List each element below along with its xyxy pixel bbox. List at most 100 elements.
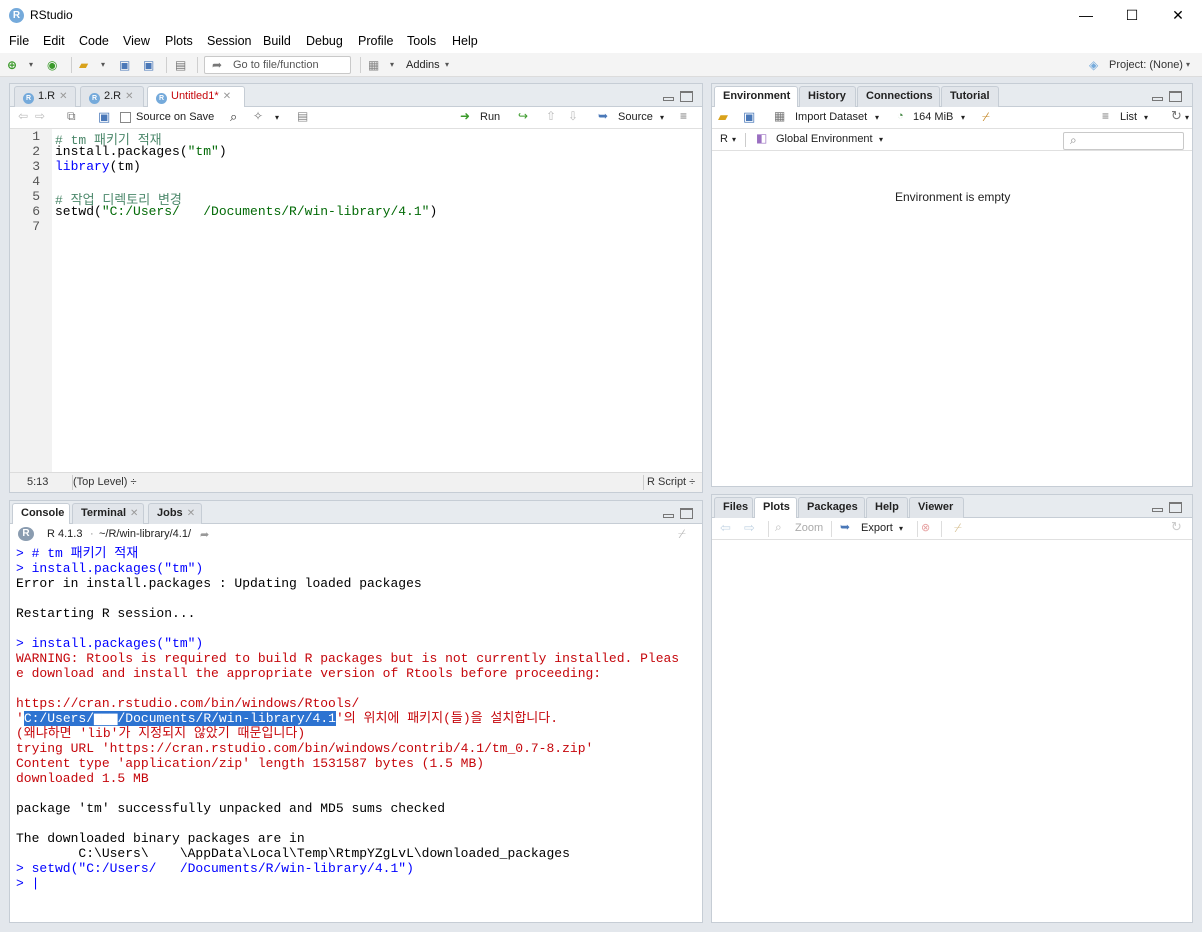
pane-minmax[interactable] [1152, 91, 1182, 102]
remove-plot-icon[interactable]: ⊗ [921, 521, 930, 534]
back-arrow-icon[interactable]: ⇦ [18, 109, 28, 123]
project-menu[interactable]: Project: (None) [1109, 57, 1183, 73]
grid-layout-icon[interactable]: ▦ [368, 57, 379, 73]
list-view-selector[interactable]: List [1120, 111, 1137, 123]
outline-icon[interactable]: ≡ [680, 109, 687, 123]
chevron-down-icon[interactable]: ▾ [899, 524, 903, 533]
tab-2-r[interactable]: R 2.R ✕ [80, 86, 144, 107]
import-dataset-button[interactable]: Import Dataset [795, 111, 867, 123]
menu-debug[interactable]: Debug [306, 34, 343, 48]
save-all-icon[interactable]: ▣ [143, 57, 154, 73]
save-icon[interactable]: ▣ [119, 57, 130, 73]
go-to-directory-icon[interactable]: ➦ [200, 528, 209, 541]
source-on-save-checkbox[interactable] [120, 112, 131, 123]
tab-history[interactable]: History [799, 86, 856, 107]
refresh-icon[interactable]: ↻ [1171, 108, 1182, 124]
tab-files[interactable]: Files [714, 497, 753, 518]
rerun-icon[interactable]: ↪ [518, 109, 528, 123]
close-icon[interactable]: ✕ [59, 91, 67, 102]
up-arrow-icon[interactable]: ⇧ [546, 109, 556, 123]
compile-report-icon[interactable]: ▤ [297, 109, 308, 123]
broom-icon[interactable]: ⌿ [982, 109, 990, 125]
new-project-icon[interactable]: ◉ [47, 57, 57, 73]
broom-icon[interactable]: ⌿ [678, 526, 686, 542]
export-button[interactable]: Export [861, 522, 893, 534]
refresh-icon[interactable]: ↻ [1171, 519, 1182, 535]
chevron-down-icon[interactable]: ▾ [1144, 113, 1148, 122]
tab-viewer[interactable]: Viewer [909, 497, 964, 518]
tab-help[interactable]: Help [866, 497, 908, 518]
tab-packages[interactable]: Packages [798, 497, 865, 518]
menu-profile[interactable]: Profile [358, 34, 393, 48]
save-icon[interactable]: ▣ [98, 109, 110, 125]
pane-minmax[interactable] [663, 508, 693, 519]
close-icon[interactable]: ✕ [223, 91, 231, 102]
chevron-down-icon[interactable]: ▾ [732, 135, 736, 144]
close-icon[interactable]: ✕ [130, 508, 138, 519]
language-selector[interactable]: R [720, 133, 728, 145]
broom-icon[interactable]: ⌿ [954, 520, 962, 536]
environment-scope-selector[interactable]: Global Environment [776, 133, 873, 145]
close-button[interactable]: ✕ [1155, 0, 1201, 31]
menu-build[interactable]: Build [263, 34, 291, 48]
close-icon[interactable]: ✕ [187, 508, 195, 519]
tab-untitled1[interactable]: R Untitled1* ✕ [147, 86, 245, 108]
run-button[interactable]: Run [480, 111, 500, 123]
addins-button[interactable]: Addins [406, 57, 440, 73]
chevron-down-icon[interactable]: ▾ [660, 113, 664, 122]
tab-environment[interactable]: Environment [714, 86, 798, 108]
zoom-button[interactable]: Zoom [795, 522, 823, 534]
env-search-input[interactable]: ⌕ [1063, 132, 1184, 150]
show-in-window-icon[interactable]: ⧉ [67, 109, 76, 124]
tab-connections[interactable]: Connections [857, 86, 940, 107]
close-icon[interactable]: ✕ [125, 91, 133, 102]
menu-edit[interactable]: Edit [43, 34, 65, 48]
menu-code[interactable]: Code [79, 34, 109, 48]
working-directory[interactable]: ~/R/win-library/4.1/ [99, 528, 191, 540]
chevron-down-icon[interactable]: ▾ [879, 135, 883, 144]
tab-1-r[interactable]: R 1.R ✕ [14, 86, 76, 107]
source-button[interactable]: Source [618, 111, 653, 123]
chevron-down-icon[interactable]: ▾ [961, 113, 965, 122]
pane-minmax[interactable] [1152, 502, 1182, 513]
goto-file-input[interactable]: ➦ Go to file/function [204, 56, 351, 74]
chevron-down-icon[interactable]: ▾ [275, 113, 279, 122]
chevron-down-icon[interactable]: ▾ [390, 57, 394, 73]
chevron-down-icon[interactable]: ▾ [101, 57, 105, 73]
new-file-icon[interactable]: ⊕ [7, 57, 17, 73]
open-folder-icon[interactable]: ▰ [79, 57, 88, 73]
tab-terminal[interactable]: Terminal ✕ [72, 503, 144, 524]
chevron-down-icon[interactable]: ▾ [1186, 57, 1190, 73]
back-arrow-icon[interactable]: ⇦ [720, 520, 731, 536]
forward-arrow-icon[interactable]: ⇨ [744, 520, 755, 536]
memory-usage[interactable]: 164 MiB [913, 111, 953, 123]
save-icon[interactable]: ▣ [743, 109, 755, 125]
tab-jobs[interactable]: Jobs ✕ [148, 503, 202, 524]
down-arrow-icon[interactable]: ⇩ [568, 109, 578, 123]
maximize-button[interactable]: ☐ [1109, 0, 1155, 31]
menu-plots[interactable]: Plots [165, 34, 193, 48]
chevron-down-icon[interactable]: ▾ [445, 57, 449, 73]
code-editor[interactable]: 1 2 3 4 5 6 7 # tm 패키기 적재 install.packag… [10, 129, 702, 472]
menu-file[interactable]: File [9, 34, 29, 48]
open-folder-icon[interactable]: ▰ [718, 109, 728, 125]
menu-tools[interactable]: Tools [407, 34, 436, 48]
menu-help[interactable]: Help [452, 34, 478, 48]
magic-wand-icon[interactable]: ✧ [253, 109, 263, 123]
menu-view[interactable]: View [123, 34, 150, 48]
console-output[interactable]: > # tm 패키기 적재 > install.packages("tm") Err… [10, 546, 702, 922]
tab-console[interactable]: Console [12, 503, 70, 525]
chevron-down-icon[interactable]: ▾ [29, 57, 33, 73]
tab-tutorial[interactable]: Tutorial [941, 86, 999, 107]
print-icon[interactable]: ▤ [175, 57, 186, 73]
chevron-down-icon[interactable]: ▾ [1185, 113, 1189, 122]
file-type-selector[interactable]: R Script ÷ [647, 476, 695, 488]
tab-plots[interactable]: Plots [754, 497, 797, 519]
pane-minmax[interactable] [663, 91, 693, 102]
forward-arrow-icon[interactable]: ⇨ [35, 109, 45, 123]
scope-selector[interactable]: (Top Level) ÷ [73, 476, 137, 488]
chevron-down-icon[interactable]: ▾ [875, 113, 879, 122]
minimize-button[interactable]: — [1063, 0, 1109, 31]
search-icon[interactable]: ⌕ [230, 109, 237, 125]
menu-session[interactable]: Session [207, 34, 251, 48]
